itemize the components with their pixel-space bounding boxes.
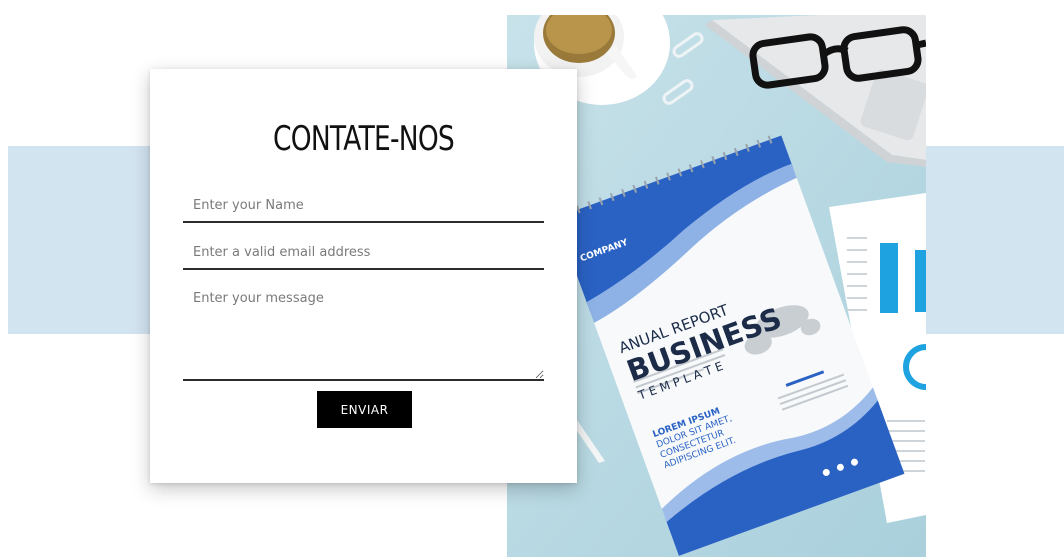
submit-button[interactable]: ENVIAR <box>317 391 412 428</box>
contact-title: CONTATE-NOS <box>273 119 455 159</box>
message-textarea[interactable] <box>183 283 544 381</box>
contact-form: CONTATE-NOS ENVIAR <box>150 69 577 483</box>
name-input[interactable] <box>183 190 544 223</box>
email-input[interactable] <box>183 237 544 270</box>
